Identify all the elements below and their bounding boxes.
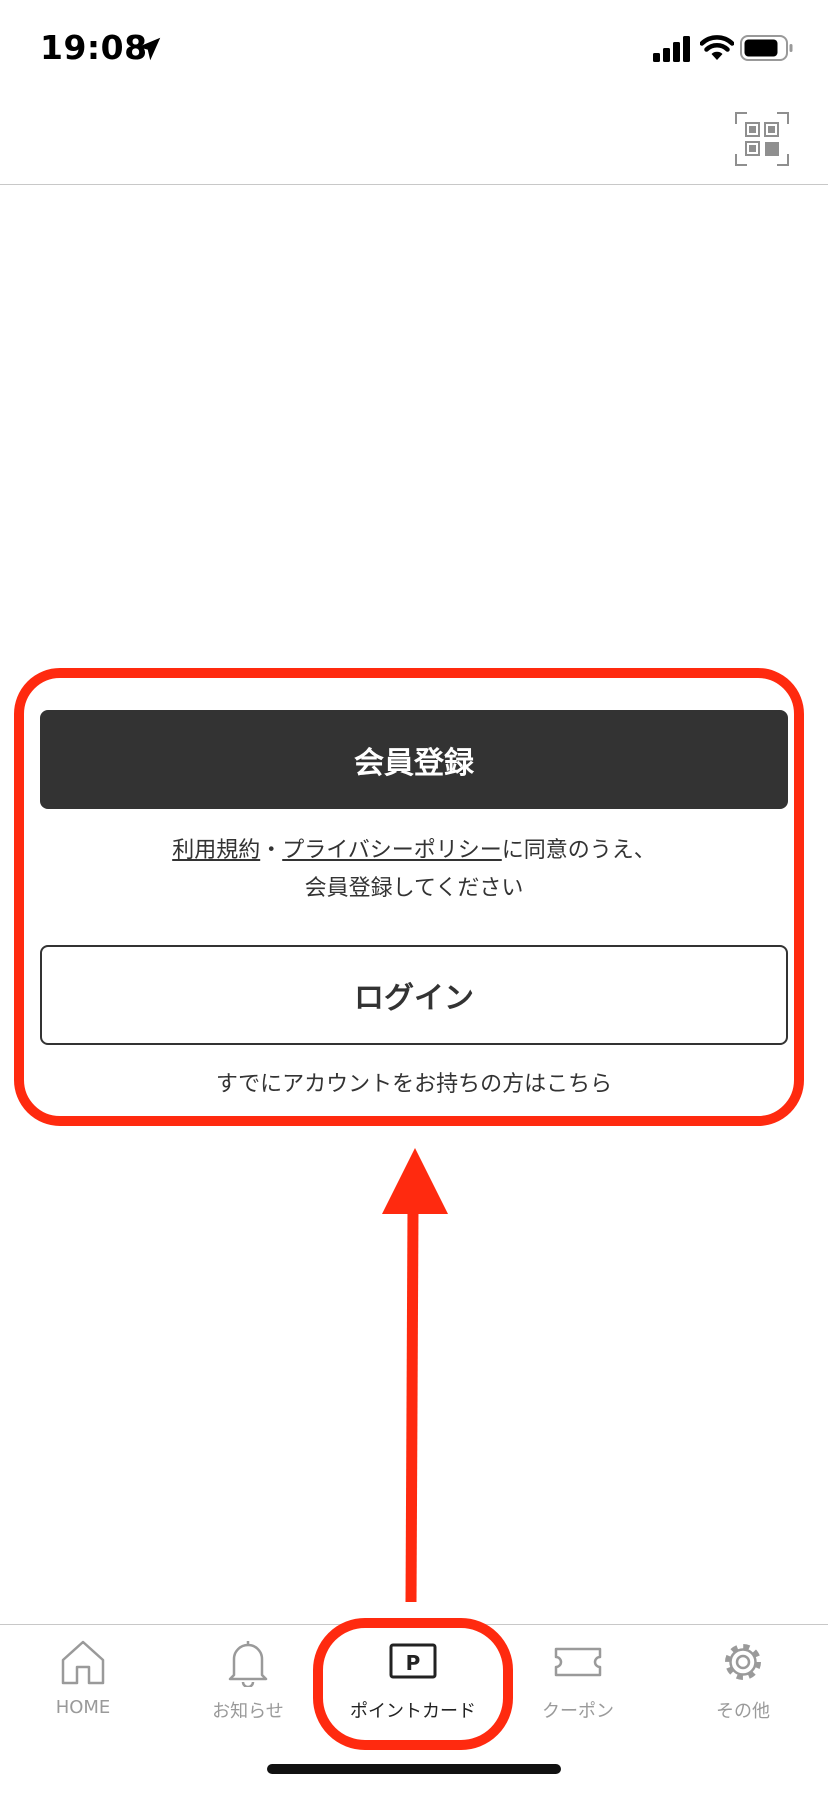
status-bar: 19:08 xyxy=(0,0,828,100)
login-hint-text: すでにアカウントをお持ちの方はこちら xyxy=(215,1072,613,1097)
login-button[interactable]: ログイン xyxy=(40,945,788,1045)
qr-code-icon[interactable] xyxy=(735,112,789,166)
app-header xyxy=(0,100,828,185)
red-arrow-annotation xyxy=(382,1148,448,1603)
tab-coupon[interactable]: クーポン xyxy=(498,1637,658,1737)
tab-home[interactable]: HOME xyxy=(3,1637,163,1737)
tab-highlight-annotation xyxy=(313,1618,513,1750)
terms-line-2: 会員登録してください xyxy=(304,876,524,901)
tab-label: クーポン xyxy=(542,1701,614,1722)
terms-separator: ・ xyxy=(260,838,283,863)
terms-of-use-link[interactable]: 利用規約 xyxy=(172,838,260,863)
register-button[interactable]: 会員登録 xyxy=(40,710,788,809)
tab-other[interactable]: その他 xyxy=(663,1637,823,1737)
terms-suffix: に同意のうえ、 xyxy=(501,838,656,863)
battery-icon xyxy=(740,35,793,61)
tab-notifications[interactable]: お知らせ xyxy=(168,1637,328,1737)
terms-line-1: 利用規約・プライバシーポリシーに同意のうえ、 xyxy=(40,832,788,870)
tab-label: HOME xyxy=(55,1697,111,1718)
tab-label: その他 xyxy=(716,1701,770,1722)
location-arrow-icon xyxy=(137,37,161,61)
privacy-policy-link[interactable]: プライバシーポリシー xyxy=(282,838,502,863)
bell-icon xyxy=(228,1641,268,1687)
status-time: 19:08 xyxy=(40,28,148,67)
gear-icon xyxy=(725,1644,761,1680)
wifi-icon xyxy=(700,35,734,60)
home-icon xyxy=(61,1640,105,1685)
terms-agreement-text: 利用規約・プライバシーポリシーに同意のうえ、 会員登録してください xyxy=(40,832,788,908)
ticket-icon xyxy=(554,1647,602,1677)
cellular-signal-icon xyxy=(653,36,690,62)
tab-label: お知らせ xyxy=(212,1701,284,1722)
home-indicator[interactable] xyxy=(267,1764,561,1774)
